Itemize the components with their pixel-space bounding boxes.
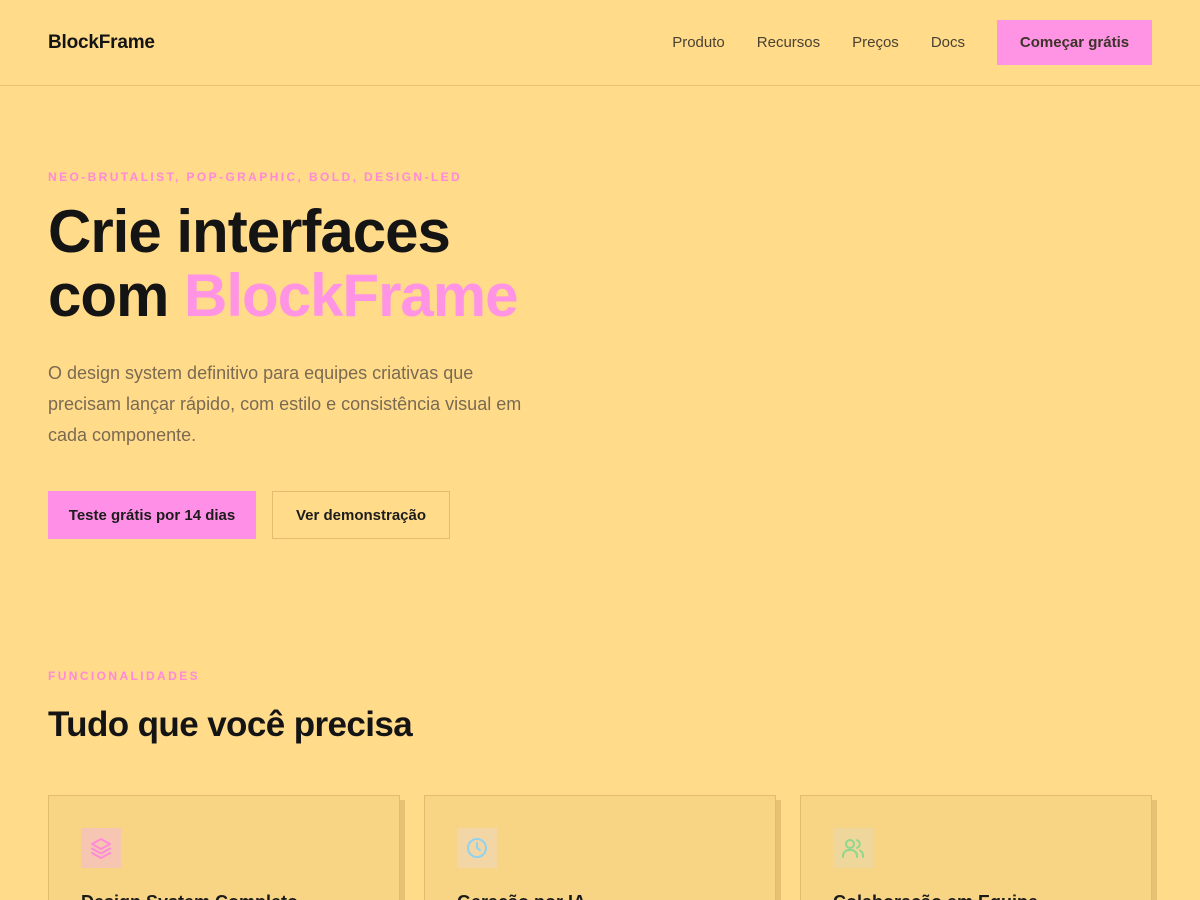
brand-logo[interactable]: BlockFrame [48, 32, 155, 54]
hero-title-line2-prefix: com [48, 262, 185, 329]
feature-cards: Design System Completo Geração por IA [48, 795, 1152, 900]
features-eyebrow: FUNCIONALIDADES [48, 669, 200, 683]
feature-card-title: Geração por IA [457, 892, 743, 900]
feature-card-title: Design System Completo [81, 892, 367, 900]
start-free-button[interactable]: Começar grátis [997, 20, 1152, 65]
nav-links: Produto Recursos Preços Docs Começar grá… [672, 20, 1152, 65]
feature-card-team-collab[interactable]: Colaboração em Equipe [800, 795, 1152, 900]
nav-link-precos[interactable]: Preços [852, 34, 899, 51]
hero-eyebrow: NEO-BRUTALIST, POP-GRAPHIC, BOLD, DESIGN… [48, 170, 463, 184]
top-nav: BlockFrame Produto Recursos Preços Docs … [0, 0, 1200, 86]
hero-section: NEO-BRUTALIST, POP-GRAPHIC, BOLD, DESIGN… [0, 86, 1200, 539]
layers-icon [81, 828, 121, 868]
hero-description: O design system definitivo para equipes … [48, 363, 522, 445]
free-trial-button[interactable]: Teste grátis por 14 dias [48, 491, 256, 539]
demo-button[interactable]: Ver demonstração [272, 491, 450, 539]
feature-card-ai-generation[interactable]: Geração por IA [424, 795, 776, 900]
features-section: FUNCIONALIDADES Tudo que você precisa De… [0, 539, 1200, 900]
nav-link-produto[interactable]: Produto [672, 34, 725, 51]
hero-title-line1: Crie interfaces [48, 198, 451, 265]
feature-card-title: Colaboração em Equipe [833, 892, 1119, 900]
nav-link-docs[interactable]: Docs [931, 34, 965, 51]
hero-title-accent: BlockFrame [184, 262, 518, 329]
clock-icon [457, 828, 497, 868]
users-icon [833, 828, 873, 868]
features-title: Tudo que você precisa [48, 705, 413, 744]
nav-link-recursos[interactable]: Recursos [757, 34, 820, 51]
hero-title: Crie interfaces com BlockFrame [48, 200, 1152, 328]
feature-card-design-system[interactable]: Design System Completo [48, 795, 400, 900]
hero-actions: Teste grátis por 14 dias Ver demonstraçã… [48, 491, 1152, 539]
